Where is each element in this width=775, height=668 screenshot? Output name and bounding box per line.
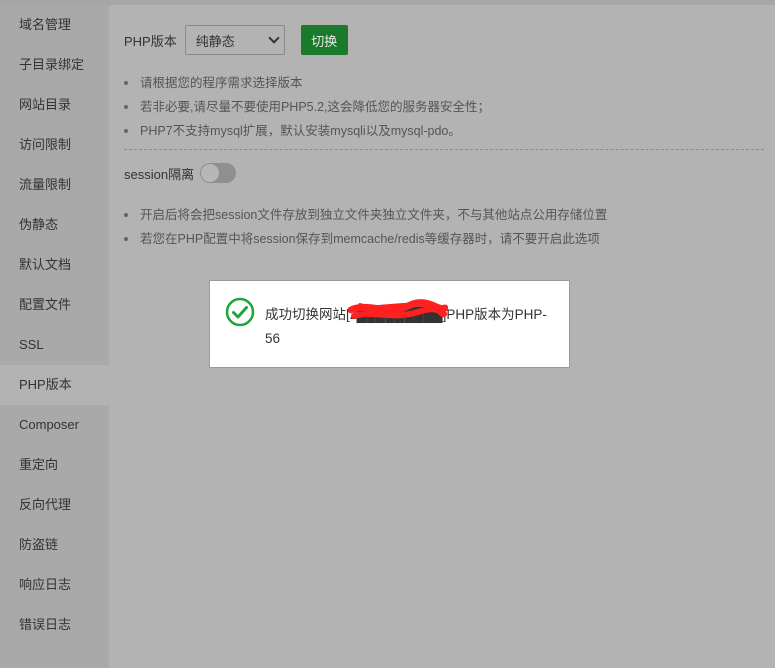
sidebar-item-traffic-limit[interactable]: 流量限制	[0, 165, 109, 205]
sidebar-item-php-version[interactable]: PHP版本	[0, 365, 109, 405]
sidebar-item-hotlink[interactable]: 防盗链	[0, 525, 109, 565]
switch-button[interactable]: 切换	[300, 25, 348, 55]
redaction-scribble	[348, 299, 448, 319]
sidebar-item-reverse-proxy[interactable]: 反向代理	[0, 485, 109, 525]
list-item: PHP7不支持mysql扩展，默认安装mysqli以及mysql-pdo。	[124, 119, 490, 143]
session-label: session隔离	[124, 166, 195, 182]
sidebar: 域名管理 子目录绑定 网站目录 访问限制 流量限制 伪静态 默认文档 配置文件 …	[0, 5, 109, 668]
chevron-down-icon	[268, 32, 280, 44]
sidebar-item-access-log[interactable]: 响应日志	[0, 565, 109, 605]
session-toggle[interactable]	[200, 163, 237, 183]
list-item: 开启后将会把session文件存放到独立文件夹独立文件夹，不与其他站点公用存储位…	[124, 203, 607, 227]
sidebar-item-site-dir[interactable]: 网站目录	[0, 85, 109, 125]
success-toast: 成功切换网站[z█████████]PHP版本为PHP-56	[209, 280, 570, 368]
list-item: 若非必要,请尽量不要使用PHP5.2,这会降低您的服务器安全性；	[124, 95, 490, 119]
php-version-row: PHP版本 纯静态 切换	[124, 25, 348, 55]
sidebar-item-composer[interactable]: Composer	[0, 405, 109, 445]
php-tips-list: 请根据您的程序需求选择版本 若非必要,请尽量不要使用PHP5.2,这会降低您的服…	[124, 71, 490, 143]
php-version-selected: 纯静态	[195, 33, 235, 49]
sidebar-item-subdir[interactable]: 子目录绑定	[0, 45, 109, 85]
list-item: 若您在PHP配置中将session保存到memcache/redis等缓存器时，…	[124, 227, 607, 251]
session-row: session隔离	[124, 161, 237, 185]
sidebar-item-domain[interactable]: 域名管理	[0, 5, 109, 45]
php-version-select[interactable]: 纯静态	[184, 25, 285, 55]
divider	[124, 149, 764, 150]
sidebar-item-error-log[interactable]: 错误日志	[0, 605, 109, 645]
sidebar-item-redirect[interactable]: 重定向	[0, 445, 109, 485]
sidebar-item-ssl[interactable]: SSL	[0, 325, 109, 365]
check-circle-icon	[225, 297, 255, 327]
sidebar-item-rewrite[interactable]: 伪静态	[0, 205, 109, 245]
list-item: 请根据您的程序需求选择版本	[124, 71, 490, 95]
sidebar-item-access-limit[interactable]: 访问限制	[0, 125, 109, 165]
sidebar-item-default-doc[interactable]: 默认文档	[0, 245, 109, 285]
sidebar-item-config-file[interactable]: 配置文件	[0, 285, 109, 325]
toggle-knob	[201, 164, 220, 182]
php-version-label: PHP版本	[124, 33, 177, 49]
session-tips-list: 开启后将会把session文件存放到独立文件夹独立文件夹，不与其他站点公用存储位…	[124, 203, 607, 251]
